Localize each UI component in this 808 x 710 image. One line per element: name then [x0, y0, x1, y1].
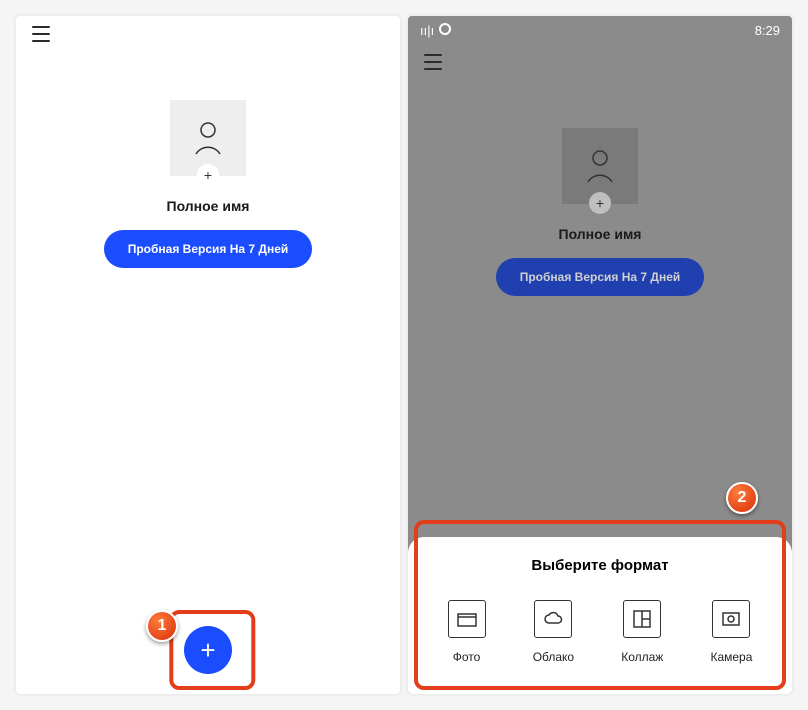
collage-icon	[623, 600, 661, 638]
bottom-sheet: Выберите формат Фото Облако Коллаж	[408, 537, 792, 694]
add-avatar-badge[interactable]: +	[589, 192, 611, 214]
format-label: Фото	[453, 650, 481, 664]
format-option-photo[interactable]: Фото	[448, 600, 486, 664]
hamburger-menu-icon[interactable]	[424, 54, 444, 70]
format-label: Коллаж	[621, 650, 663, 664]
format-options: Фото Облако Коллаж Камера	[424, 600, 776, 664]
hamburger-menu-icon[interactable]	[32, 26, 52, 42]
add-fab[interactable]: +	[184, 626, 232, 674]
signal-icon: ıı|ı	[420, 23, 434, 38]
content-area: + Полное имя Пробная Версия На 7 Дней	[408, 80, 792, 296]
full-name-label: Полное имя	[559, 226, 642, 242]
full-name-label: Полное имя	[167, 198, 250, 214]
header	[16, 16, 400, 52]
trial-button[interactable]: Пробная Версия На 7 Дней	[496, 258, 705, 296]
sheet-title: Выберите формат	[424, 557, 776, 574]
person-icon	[188, 116, 228, 161]
format-option-cloud[interactable]: Облако	[533, 600, 574, 664]
annotation-marker-1: 1	[146, 610, 178, 642]
annotation-marker-2: 2	[726, 482, 758, 514]
circle-icon	[438, 22, 452, 39]
screen-2: ıı|ı 8:29 + Полное имя Пробная Версия На…	[408, 16, 792, 694]
format-option-camera[interactable]: Камера	[710, 600, 752, 664]
format-option-collage[interactable]: Коллаж	[621, 600, 663, 664]
camera-icon	[712, 600, 750, 638]
header	[408, 44, 792, 80]
content-area: + Полное имя Пробная Версия На 7 Дней	[16, 52, 400, 268]
cloud-icon	[534, 600, 572, 638]
photo-icon	[448, 600, 486, 638]
clock-text: 8:29	[755, 23, 780, 38]
avatar-placeholder[interactable]: +	[562, 128, 638, 204]
status-bar: ıı|ı 8:29	[408, 16, 792, 44]
person-icon	[580, 144, 620, 189]
add-avatar-badge[interactable]: +	[197, 164, 219, 186]
screen-1: + Полное имя Пробная Версия На 7 Дней + …	[16, 16, 400, 694]
format-label: Камера	[710, 650, 752, 664]
trial-button[interactable]: Пробная Версия На 7 Дней	[104, 230, 313, 268]
avatar-placeholder[interactable]: +	[170, 100, 246, 176]
format-label: Облако	[533, 650, 574, 664]
